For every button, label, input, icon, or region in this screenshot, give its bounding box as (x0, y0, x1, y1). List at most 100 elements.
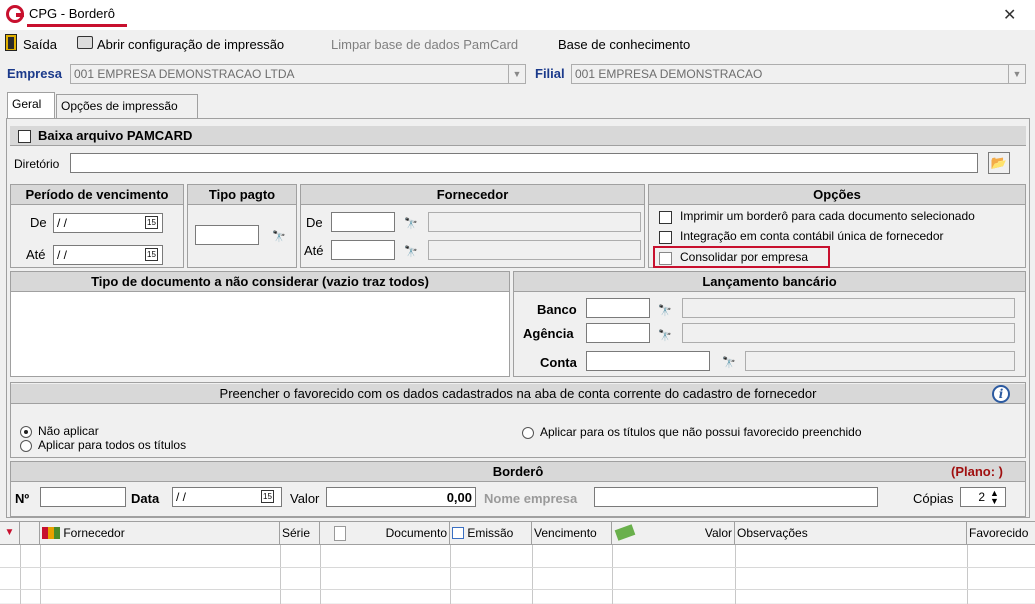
periodo-title: Período de vencimento (11, 185, 183, 205)
col-documento[interactable]: Documento (320, 522, 450, 545)
binoculars-icon[interactable]: 🔭 (400, 242, 422, 262)
fornecedor-de-input[interactable] (331, 212, 395, 232)
empresa-combo[interactable]: 001 EMPRESA DEMONSTRACAO LTDA (70, 64, 526, 84)
col-emissao-label: Emissão (467, 526, 514, 540)
grid-col-line (967, 545, 968, 604)
binoculars-icon[interactable]: 🔭 (718, 353, 740, 373)
print-config-button[interactable]: Abrir configuração de impressão (97, 37, 284, 52)
documents-grid[interactable]: ▼ Fornecedor Série Documento Emissão Ven… (0, 521, 1035, 604)
tab-geral[interactable]: Geral (7, 92, 55, 119)
favorecido-header: Preencher o favorecido com os dados cada… (11, 384, 1025, 404)
filial-combo[interactable]: 001 EMPRESA DEMONSTRACAO (571, 64, 1026, 84)
highlight-box (653, 246, 830, 268)
app-logo-icon (6, 5, 24, 23)
opcao-checkbox-imprimir[interactable] (659, 211, 672, 224)
filial-value: 001 EMPRESA DEMONSTRACAO (575, 67, 763, 81)
tab-opcoes-label: Opções de impressão (61, 99, 178, 113)
money-icon (614, 524, 636, 541)
col-documento-label: Documento (385, 526, 447, 540)
conta-label: Conta (540, 355, 577, 370)
grid-row-line (0, 567, 1035, 568)
diretorio-input[interactable] (70, 153, 978, 173)
exit-button[interactable]: Saída (23, 37, 57, 52)
conta-input[interactable] (586, 351, 710, 371)
tipo-doc-list[interactable] (12, 293, 508, 375)
grid-col-line (40, 545, 41, 604)
col-vencimento[interactable]: Vencimento (532, 522, 612, 545)
tipo-pagto-title: Tipo pagto (188, 185, 296, 205)
bordero-valor-input[interactable]: 0,00 (326, 487, 476, 507)
grid-spacer (20, 522, 40, 545)
col-fornecedor-label: Fornecedor (63, 526, 125, 540)
lancamento-title: Lançamento bancário (514, 272, 1025, 292)
folder-open-icon[interactable]: 📂 (988, 152, 1010, 174)
calendar-icon[interactable]: 15 (145, 248, 158, 261)
tab-opcoes-impressao[interactable]: Opções de impressão (56, 94, 198, 118)
col-favorecido[interactable]: Favorecido (967, 522, 1035, 545)
col-serie-label: Série (282, 526, 311, 540)
fornecedor-ate-label: Até (304, 243, 324, 258)
plano-label: (Plano: ) (951, 464, 1003, 479)
title-bar (0, 0, 1035, 30)
clear-pamcard-button[interactable]: Limpar base de dados PamCard (331, 37, 518, 52)
radio-aplicar-todos[interactable] (20, 440, 32, 452)
col-fornecedor[interactable]: Fornecedor (40, 522, 280, 545)
grid-col-line (320, 545, 321, 604)
grid-col-line (450, 545, 451, 604)
printer-icon[interactable] (77, 36, 93, 49)
nome-empresa-input[interactable] (594, 487, 878, 507)
periodo-ate-label: Até (26, 247, 46, 262)
radio-aplicar-sem-favorecido-label: Aplicar para os títulos que não possui f… (540, 425, 862, 439)
binoculars-icon[interactable]: 🔭 (400, 214, 422, 234)
exit-door-icon[interactable] (5, 34, 17, 51)
chevron-down-icon[interactable]: ▼ (1008, 65, 1025, 83)
fornecedor-de-name (428, 212, 641, 232)
agencia-input[interactable] (586, 323, 650, 343)
opcao-checkbox-integracao[interactable] (659, 231, 672, 244)
filial-label: Filial (535, 66, 565, 81)
opcao-integracao-label: Integração em conta contábil única de fo… (680, 229, 944, 243)
col-valor[interactable]: Valor (612, 522, 735, 545)
calendar-icon[interactable]: 15 (261, 490, 274, 503)
radio-nao-aplicar[interactable] (20, 426, 32, 438)
col-observacoes[interactable]: Observações (735, 522, 967, 545)
radio-nao-aplicar-label: Não aplicar (38, 424, 99, 438)
window-title: CPG - Borderô (29, 6, 115, 21)
banco-input[interactable] (586, 298, 650, 318)
toolbar: Saída Abrir configuração de impressão Li… (0, 33, 1035, 57)
favorecido-text: Preencher o favorecido com os dados cada… (219, 386, 817, 401)
tipo-pagto-input[interactable] (195, 225, 259, 245)
title-highlight (27, 24, 127, 27)
row-indicator-icon: ▼ (0, 522, 20, 545)
empresa-value: 001 EMPRESA DEMONSTRACAO LTDA (74, 67, 295, 81)
grid-col-line (735, 545, 736, 604)
binoculars-icon[interactable]: 🔭 (268, 227, 290, 247)
bordero-numero-input[interactable] (40, 487, 126, 507)
grid-row-line (0, 589, 1035, 590)
bordero-title: Borderô (11, 462, 1025, 482)
binoculars-icon[interactable]: 🔭 (654, 301, 676, 321)
spin-arrows-icon[interactable]: ▲ ▼ (990, 489, 999, 506)
knowledge-base-button[interactable]: Base de conhecimento (558, 37, 690, 52)
conta-name (745, 351, 1015, 371)
calendar-icon[interactable]: 15 (145, 216, 158, 229)
col-serie[interactable]: Série (280, 522, 320, 545)
diretorio-label: Diretório (14, 157, 60, 171)
grid-fornecedor-icon (42, 527, 60, 539)
copias-label: Cópias (913, 491, 954, 506)
close-icon[interactable]: ✕ (1003, 5, 1016, 25)
radio-aplicar-sem-favorecido[interactable] (522, 427, 534, 439)
info-icon[interactable]: i (992, 385, 1010, 403)
col-observacoes-label: Observações (737, 526, 808, 540)
pamcard-checkbox[interactable] (18, 130, 31, 143)
grid-col-line (280, 545, 281, 604)
tipo-doc-title: Tipo de documento a não considerar (vazi… (11, 272, 509, 292)
chevron-down-icon[interactable]: ▼ (508, 65, 525, 83)
banco-label: Banco (537, 302, 577, 317)
fornecedor-ate-input[interactable] (331, 240, 395, 260)
copias-input[interactable]: 2 (960, 487, 1006, 507)
binoculars-icon[interactable]: 🔭 (654, 326, 676, 346)
grid-col-line (532, 545, 533, 604)
agencia-label: Agência (523, 326, 574, 341)
col-emissao[interactable]: Emissão (450, 522, 532, 545)
